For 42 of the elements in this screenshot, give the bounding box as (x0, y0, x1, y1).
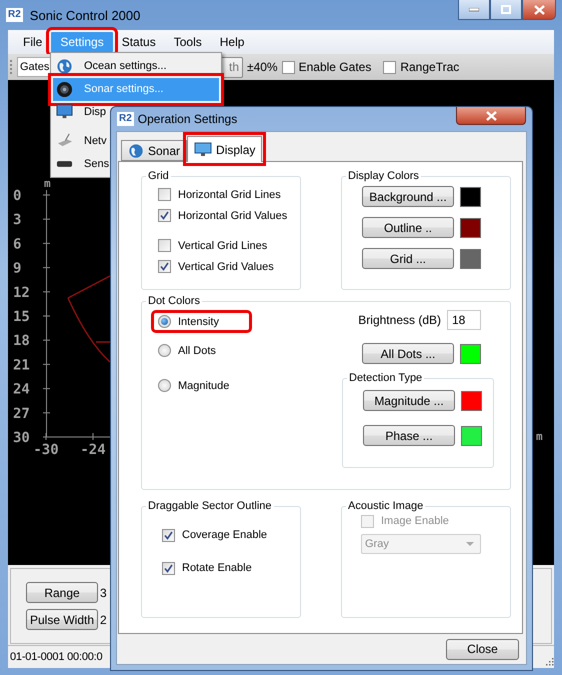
radio-label: Magnitude (178, 380, 230, 392)
group-title: Display Colors (347, 170, 420, 182)
checkbox-label: Vertical Grid Lines (178, 240, 268, 252)
checkbox-label: Horizontal Grid Lines (178, 188, 281, 200)
group-title: Dot Colors (147, 295, 201, 307)
group-title: Draggable Sector Outline (147, 500, 273, 512)
dialog-title: Operation Settings (138, 112, 238, 126)
axis-label: 3 (13, 212, 22, 228)
brightness-label: Brightness (dB) (358, 313, 441, 327)
axis-label: 0 (13, 188, 22, 204)
radio-label: Intensity (178, 316, 219, 328)
axis-label: 9 (13, 260, 22, 277)
checkbox-label: Rotate Enable (182, 562, 252, 574)
axis-unit: m (44, 177, 51, 190)
value-text: 2 (100, 612, 108, 626)
group-title: Acoustic Image (347, 500, 424, 512)
group-title: Grid (147, 170, 170, 182)
percent-label: ±40% (247, 60, 278, 74)
axis-label: 18 (13, 333, 30, 350)
group-title: Detection Type (348, 372, 424, 384)
app-logo: R2 (117, 112, 134, 126)
app-logo: R2 (6, 8, 23, 22)
axis-label: -24 (80, 442, 106, 458)
window-title: Sonic Control 2000 (30, 8, 140, 22)
axis-label: 30 (13, 430, 30, 446)
axis-label: 24 (13, 382, 30, 398)
checkbox-label: Image Enable (381, 515, 449, 527)
checkbox-label: Horizontal Grid Values (178, 210, 288, 222)
status-text: 01-01-0001 00:00:0 (10, 651, 102, 663)
checkbox-label: Vertical Grid Values (178, 260, 274, 272)
checkbox-label: Enable Gates (298, 60, 372, 74)
axis-unit: m (536, 430, 543, 443)
axis-label: 21 (13, 357, 30, 374)
axis-label: 6 (13, 236, 22, 252)
value-text: 3 (100, 586, 108, 600)
checkbox-label: RangeTrac (400, 60, 460, 74)
axis-label: 27 (13, 406, 30, 422)
axis-label: -30 (33, 442, 59, 458)
axis-label: 15 (13, 309, 30, 325)
axis-label: 12 (13, 284, 30, 301)
checkbox-label: Coverage Enable (182, 529, 268, 541)
radio-label: All Dots (178, 344, 216, 356)
